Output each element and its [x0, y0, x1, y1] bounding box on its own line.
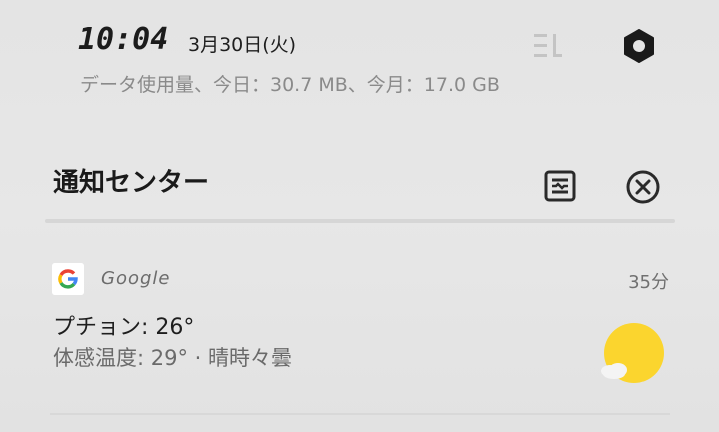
- partly-sunny-weather-icon: [601, 323, 664, 383]
- notification-shade: 10:04 3月30日(火) データ使用量、今日：30.7 MB、今月：17.0…: [0, 0, 719, 432]
- notification-body: 体感温度: 29° · 晴時々曇: [53, 346, 292, 370]
- notification-app-name: Google: [101, 268, 171, 289]
- clear-all-icon[interactable]: [624, 168, 662, 206]
- clock-time: 10:04: [78, 22, 169, 57]
- notification-settings-icon[interactable]: [542, 168, 578, 204]
- settings-gear-icon[interactable]: [620, 27, 658, 65]
- notification-timestamp: 35分: [628, 272, 669, 293]
- data-usage-text: データ使用量、今日：30.7 MB、今月：17.0 GB: [80, 74, 500, 96]
- notification-divider: [50, 413, 670, 415]
- sort-icon[interactable]: [531, 30, 565, 62]
- notification-center-title: 通知センター: [53, 168, 210, 198]
- notification-title: プチョン: 26°: [53, 315, 195, 340]
- date-label: 3月30日(火): [188, 34, 297, 56]
- google-logo-icon: [52, 263, 84, 295]
- section-divider: [45, 219, 675, 223]
